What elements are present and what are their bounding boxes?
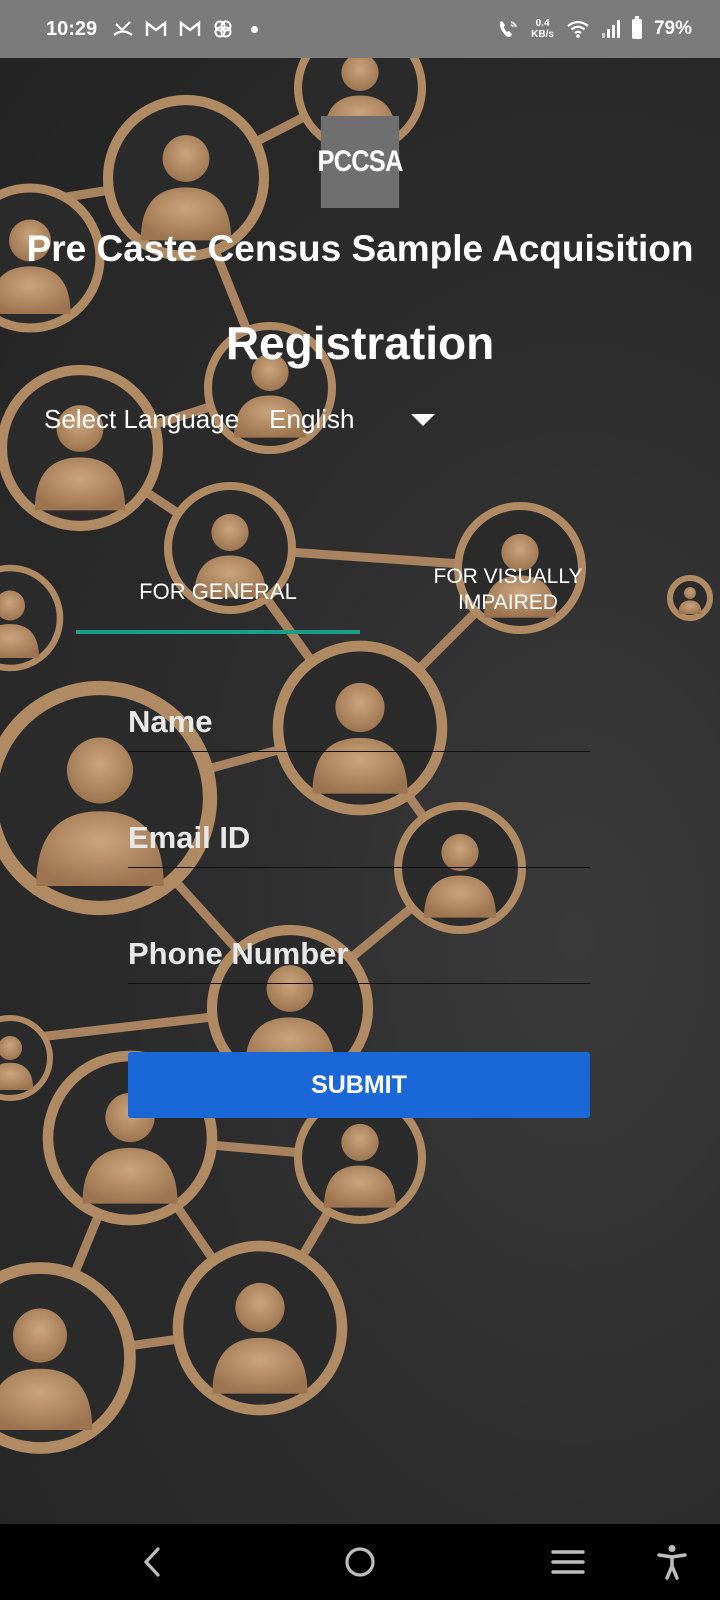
recents-button[interactable] <box>528 1524 608 1600</box>
language-selected-value: English <box>269 404 355 434</box>
language-row: Select Language English <box>44 404 436 435</box>
gmail-icon <box>145 20 167 38</box>
wifi-calling-icon <box>497 19 519 39</box>
battery-percent: 79% <box>653 18 692 39</box>
phone-number-input[interactable] <box>128 932 590 984</box>
wifi-icon <box>566 19 590 39</box>
network-background-image <box>0 58 713 1454</box>
status-time: 10:29 <box>46 17 98 40</box>
home-icon <box>345 1547 375 1577</box>
language-label: Select Language <box>44 404 240 434</box>
active-tab-indicator <box>76 630 360 634</box>
tab-for-visually-impaired[interactable]: FOR VISUALLY IMPAIRED <box>408 556 608 636</box>
network-speed: 0.4 KB/s <box>531 18 554 40</box>
logo-text: PCCSA <box>317 145 404 178</box>
missed-call-icon <box>113 20 133 38</box>
notification-dot-icon <box>251 25 259 33</box>
submit-button[interactable]: SUBMIT <box>128 1052 590 1118</box>
status-bar: 10:29 0.4 KB/s 79% <box>0 0 720 58</box>
app-title: Pre Caste Census Sample Acquisition <box>26 228 694 269</box>
network-speed-value: 0.4 <box>535 18 550 29</box>
name-input[interactable] <box>128 700 590 752</box>
pccsa-logo: PCCSA <box>318 116 403 208</box>
dropdown-arrow-icon <box>411 413 436 426</box>
app-background: PCCSA <box>0 58 720 1524</box>
back-icon <box>143 1547 160 1577</box>
signal-icon <box>601 20 620 38</box>
page-title: Registration <box>225 317 495 369</box>
accessibility-icon <box>657 1545 687 1580</box>
network-speed-unit: KB/s <box>531 29 554 40</box>
tab-bar: FOR GENERAL FOR VISUALLY IMPAIRED <box>76 556 636 636</box>
email-input[interactable] <box>128 816 590 868</box>
pinwheel-icon <box>213 19 233 39</box>
language-select[interactable]: English <box>269 404 436 435</box>
tab-for-general[interactable]: FOR GENERAL <box>76 556 360 636</box>
recents-icon <box>551 1550 585 1574</box>
battery-icon <box>631 16 642 39</box>
accessibility-button[interactable] <box>632 1524 712 1600</box>
home-button[interactable] <box>320 1524 400 1600</box>
status-left: 10:29 <box>46 17 259 41</box>
navigation-bar <box>0 1524 720 1600</box>
back-button[interactable] <box>112 1524 192 1600</box>
gmail-icon <box>179 20 201 38</box>
status-right: 0.4 KB/s 79% <box>497 16 692 40</box>
